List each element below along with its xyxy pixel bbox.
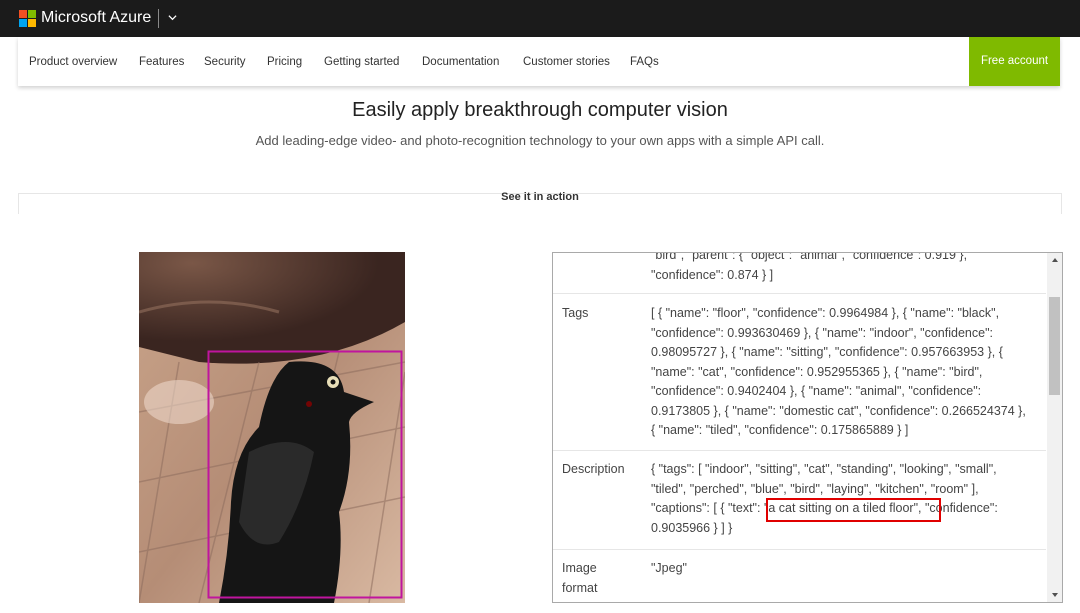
tags-line: { "name": "tiled", "confidence": 0.17586… bbox=[651, 423, 909, 437]
scroll-down-arrow-icon[interactable] bbox=[1052, 593, 1058, 597]
logo-yellow-square bbox=[28, 19, 36, 27]
nav-item-product-overview[interactable]: Product overview bbox=[29, 55, 117, 69]
objects-value: "bird", "parent": { "object": "animal", … bbox=[651, 252, 1036, 285]
demo-section-label: See it in action bbox=[501, 191, 579, 203]
tags-line: "confidence": 0.993630469 }, { "name": "… bbox=[651, 325, 993, 340]
logo-red-square bbox=[19, 10, 27, 18]
brand-divider bbox=[158, 9, 159, 28]
nav-item-customer-stories[interactable]: Customer stories bbox=[523, 55, 610, 69]
free-account-button[interactable]: Free account bbox=[969, 37, 1060, 86]
image-format-row: Image format "Jpeg" bbox=[553, 550, 1046, 602]
logo-blue-square bbox=[19, 19, 27, 27]
tags-line: "name": "cat", "confidence": 0.952955365… bbox=[651, 364, 983, 379]
demo-section-header: See it in action bbox=[18, 191, 1062, 214]
description-label: Description bbox=[562, 462, 625, 476]
scrollbar-thumb[interactable] bbox=[1049, 297, 1060, 395]
page-subtitle: Add leading-edge video- and photo-recogn… bbox=[255, 133, 825, 148]
nav-item-features[interactable]: Features bbox=[139, 55, 184, 69]
tags-line: "confidence": 0.9402404 }, { "name": "an… bbox=[651, 384, 982, 398]
objects-row: "bird", "parent": { "object": "animal", … bbox=[553, 253, 1046, 294]
image-format-label-line: format bbox=[562, 580, 598, 595]
top-bar: Microsoft Azure bbox=[0, 0, 1080, 37]
tags-line: [ { "name": "floor", "confidence": 0.996… bbox=[651, 306, 1000, 320]
nav-item-pricing[interactable]: Pricing bbox=[267, 55, 302, 69]
analysis-results-panel[interactable]: "bird", "parent": { "object": "animal", … bbox=[552, 252, 1063, 603]
tags-line: 0.9173805 }, { "name": "domestic cat", "… bbox=[651, 403, 1026, 418]
logo-green-square bbox=[28, 10, 36, 18]
scroll-up-arrow-icon[interactable] bbox=[1052, 258, 1058, 262]
description-line: "tiled", "perched", "blue", "bird", "lay… bbox=[651, 481, 979, 496]
nav-item-getting-started[interactable]: Getting started bbox=[324, 55, 399, 69]
brand-name[interactable]: Microsoft Azure bbox=[41, 8, 151, 28]
image-format-label: Image format bbox=[562, 559, 597, 598]
product-nav: Product overview Features Security Prici… bbox=[18, 37, 1060, 86]
image-format-value: "Jpeg" bbox=[651, 561, 687, 575]
nav-item-faqs[interactable]: FAQs bbox=[630, 55, 659, 69]
results-scrollbar[interactable] bbox=[1047, 253, 1062, 602]
sample-image bbox=[139, 252, 405, 603]
chevron-down-icon[interactable] bbox=[168, 13, 177, 22]
objects-line: "confidence": 0.874 } ] bbox=[651, 267, 774, 282]
nav-item-security[interactable]: Security bbox=[204, 55, 246, 69]
sample-photo-graphic bbox=[139, 252, 405, 603]
tags-value: [ { "name": "floor", "confidence": 0.996… bbox=[651, 304, 1036, 441]
microsoft-logo-icon[interactable] bbox=[19, 10, 36, 27]
tags-label: Tags bbox=[562, 306, 589, 320]
description-line: { "tags": [ "indoor", "sitting", "cat", … bbox=[651, 462, 997, 476]
nav-item-documentation[interactable]: Documentation bbox=[422, 55, 499, 69]
tags-line: 0.98095727 }, { "name": "sitting", "conf… bbox=[651, 345, 1003, 359]
page-title: Easily apply breakthrough computer visio… bbox=[352, 99, 728, 121]
tags-row: Tags [ { "name": "floor", "confidence": … bbox=[553, 294, 1046, 451]
objects-line: "bird", "parent": { "object": "animal", … bbox=[651, 252, 968, 262]
caption-highlight-box bbox=[766, 498, 941, 522]
image-format-label-line: Image bbox=[562, 561, 597, 575]
